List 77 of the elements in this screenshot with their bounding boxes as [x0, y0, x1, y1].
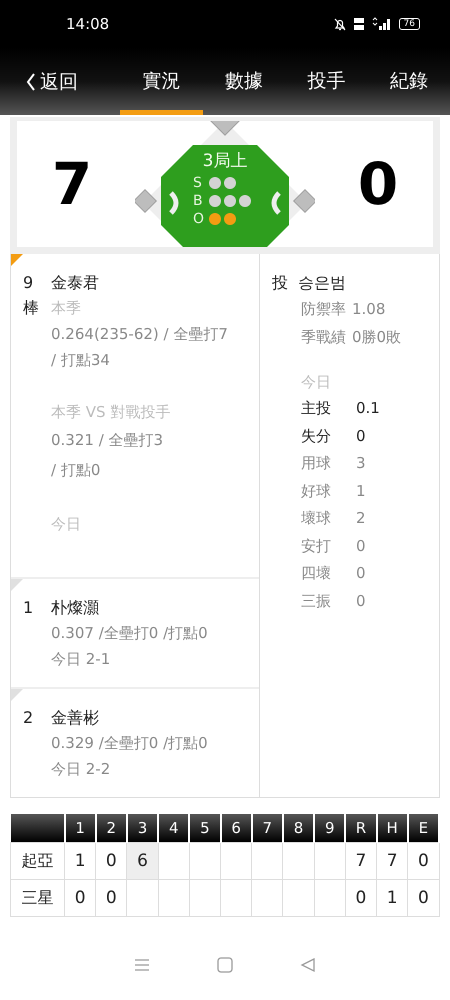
- score-cell: 1: [376, 880, 408, 916]
- stat-line: / 打點34: [51, 350, 111, 371]
- stat-value: 0: [356, 590, 366, 612]
- score-cell: 0: [96, 880, 127, 916]
- column-header: E: [408, 814, 439, 842]
- today-line: 今日 2-2: [51, 759, 112, 780]
- player-name: 金善彬: [51, 707, 100, 729]
- stat-line: 0.307 /全壘打0 /打點0: [51, 623, 208, 644]
- score-cell: 7: [345, 842, 377, 880]
- away-score: 7: [50, 150, 94, 218]
- stat-label: 安打: [301, 536, 332, 556]
- section-label: 本季: [51, 298, 82, 319]
- column-header: 3: [126, 814, 158, 842]
- today-line: 今日 2-1: [51, 649, 112, 670]
- batting-order: 9: [23, 272, 34, 294]
- stat-line: 0.321 / 全壘打3: [51, 430, 164, 451]
- column-header: 4: [158, 814, 190, 842]
- tab[interactable]: 數據: [202, 48, 285, 115]
- count-label: B: [193, 193, 204, 209]
- stat-value: 1: [356, 480, 366, 502]
- score-cell: 1: [64, 842, 96, 880]
- score-cell: 0: [408, 842, 439, 880]
- count-label: O: [193, 211, 206, 227]
- column-header: H: [376, 814, 408, 842]
- stat-label: 主投: [301, 398, 332, 419]
- player-name: 朴燦灝: [51, 597, 100, 619]
- player-name: 승은범: [298, 272, 346, 294]
- stat-value: 0: [356, 536, 366, 556]
- score-cell: 6: [126, 842, 158, 880]
- role-label: 投: [272, 272, 288, 294]
- stat-label: 季戰績: [301, 327, 346, 348]
- stat-label: 用球: [301, 453, 332, 474]
- stat-value: 0: [356, 426, 366, 446]
- player-name: 金泰君: [51, 272, 100, 294]
- stat-value: 1.08: [352, 299, 386, 320]
- stat-line: 0.264(235-62) / 全壘打7: [51, 324, 228, 345]
- back-button[interactable]: 返回: [0, 48, 120, 115]
- score-cell: 0: [408, 880, 439, 916]
- column-header: 5: [189, 814, 221, 842]
- section-label: 今日: [51, 514, 82, 535]
- count-label: S: [193, 175, 203, 191]
- score-cell: 0: [64, 880, 96, 916]
- batting-order: 2: [23, 707, 34, 729]
- score-cell: 7: [376, 842, 408, 880]
- stat-label: 壞球: [301, 508, 332, 529]
- stat-value: 0勝0敗: [352, 327, 402, 348]
- stat-label: 失分: [301, 426, 332, 446]
- score-cell: 0: [345, 880, 377, 916]
- stat-value: 0: [356, 563, 366, 584]
- column-header: 1: [64, 814, 96, 842]
- inning-label: 3局上: [202, 150, 248, 172]
- column-header: 6: [220, 814, 252, 842]
- column-header: 2: [96, 814, 127, 842]
- column-header: 7: [252, 814, 283, 842]
- section-label: 本季 VS 對戰投手: [51, 402, 172, 423]
- stat-line: / 打點0: [51, 460, 102, 481]
- column-header: 9: [314, 814, 346, 842]
- home-score: 0: [356, 150, 400, 218]
- clock-time: 14:08: [66, 15, 110, 33]
- team-name: 起亞: [10, 842, 64, 880]
- battery-icon: 76: [398, 18, 420, 30]
- stat-label: 防禦率: [301, 299, 346, 320]
- section-label: 今日: [301, 372, 332, 393]
- stat-value: 3: [356, 453, 366, 474]
- team-name: 三星: [10, 880, 64, 916]
- stat-label: 好球: [301, 480, 332, 502]
- stat-label: 四壞: [301, 563, 332, 584]
- column-header: R: [345, 814, 377, 842]
- tab[interactable]: 投手: [285, 48, 368, 115]
- stat-label: 三振: [301, 590, 332, 612]
- column-header: 8: [282, 814, 314, 842]
- stat-value: 2: [356, 508, 366, 529]
- stat-line: 0.329 /全壘打0 /打點0: [51, 733, 208, 754]
- batting-order: 1: [23, 597, 34, 619]
- stat-value: 0.1: [356, 398, 380, 419]
- tab[interactable]: 紀錄: [368, 48, 450, 115]
- role-label: 棒: [23, 297, 40, 319]
